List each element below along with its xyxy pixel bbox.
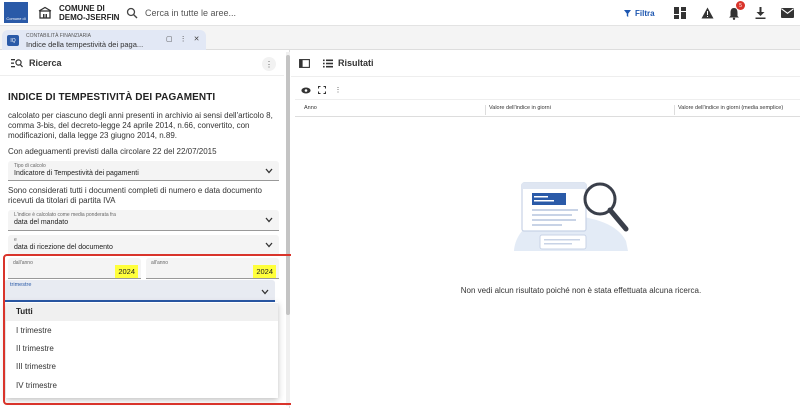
empty-state-illustration [514, 182, 629, 251]
chevron-down-icon [265, 242, 273, 248]
municipality-logo[interactable]: Comune di [4, 2, 28, 23]
home-icon[interactable] [38, 6, 52, 20]
search-panel-menu-icon[interactable]: ⋮ [262, 57, 276, 71]
list-icon [323, 59, 333, 68]
eye-icon[interactable] [301, 85, 311, 95]
search-icon [126, 7, 138, 19]
results-toolbar: ⋮ [291, 82, 800, 98]
trimestre-option-4[interactable]: IV trimestre [6, 377, 278, 395]
trimestre-option-tutti[interactable]: Tutti [6, 303, 278, 321]
form-description: calcolato per ciascuno degli anni presen… [8, 111, 273, 140]
search-panel-scroll-thumb[interactable] [286, 55, 290, 315]
results-table-header: Anno Valore dell'indice in giorni Valore… [295, 99, 800, 117]
download-icon[interactable] [752, 5, 768, 21]
top-bar: Comune di COMUNE DI DEMO-JSERFIN Filtra … [0, 0, 800, 26]
chevron-down-icon [265, 168, 273, 174]
empty-results-message: Non vedi alcun risultato poiché non è st… [460, 286, 702, 295]
all-anno-field[interactable]: all'anno 2024 [146, 258, 279, 279]
trimestre-select[interactable]: trimestre [4, 280, 275, 302]
mail-icon[interactable] [779, 5, 795, 21]
document-tab-strip: IQ CONTABILITÀ FINANZIARIA Indice della … [0, 26, 800, 50]
search-panel: Ricerca ⋮ INDICE DI TEMPESTIVITÀ DEI PAG… [0, 50, 290, 408]
results-panel-title: Risultati [338, 58, 374, 68]
warning-icon[interactable] [699, 5, 715, 21]
tab-kicker: CONTABILITÀ FINANZIARIA [26, 33, 91, 39]
trimestre-option-1[interactable]: I trimestre [6, 322, 278, 340]
results-panel-header: Risultati [291, 50, 800, 77]
tab-more-icon[interactable]: ⋮ [180, 35, 187, 43]
tab-close-icon[interactable]: ✕ [194, 35, 200, 43]
bookmark-icon[interactable]: ▢ [166, 35, 173, 43]
global-search-input[interactable] [145, 6, 445, 20]
column-header-valore[interactable]: Valore dell'indice in giorni [485, 105, 551, 115]
chevron-down-icon [265, 217, 273, 223]
form-note: Con adeguamenti previsti dalla circolare… [8, 147, 217, 156]
search-panel-title: Ricerca [29, 58, 62, 68]
trimestre-option-2[interactable]: II trimestre [6, 340, 278, 358]
organization-name: COMUNE DI DEMO-JSERFIN [59, 4, 120, 22]
column-header-anno[interactable]: Anno [301, 105, 317, 115]
filter-button[interactable]: Filtra [623, 6, 655, 20]
results-panel: Risultati ⋮ Anno Valore dell'indice in g… [291, 50, 800, 408]
tipo-calcolo-select[interactable]: Tipo di calcolo Indicatore di Tempestivi… [8, 161, 279, 181]
search-panel-header: Ricerca ⋮ [0, 50, 284, 76]
bell-icon[interactable]: 5 [726, 1, 745, 21]
search-list-icon [11, 59, 23, 68]
media-ponderata-select[interactable]: L'indice è calcolato come media ponderat… [8, 210, 279, 231]
trimestre-option-3[interactable]: III trimestre [6, 358, 278, 376]
dashboard-icon[interactable] [672, 5, 688, 21]
column-header-media-semplice[interactable]: Valore dell'indice in giorni (media semp… [674, 105, 783, 115]
dall-anno-field[interactable]: dall'anno 2024 [8, 258, 141, 279]
notification-badge: 5 [736, 1, 745, 10]
chevron-down-icon [261, 289, 269, 295]
form-title: INDICE DI TEMPESTIVITÀ DEI PAGAMENTI [8, 92, 216, 103]
sidebar-toggle-icon[interactable] [299, 59, 310, 68]
module-icon: IQ [7, 35, 19, 46]
expand-icon[interactable] [317, 85, 327, 95]
trimestre-dropdown: Tutti I trimestre II trimestre III trime… [6, 302, 278, 398]
data-ricezione-select[interactable]: e data di ricezione del documento [8, 235, 279, 255]
document-tab[interactable]: IQ CONTABILITÀ FINANZIARIA Indice della … [2, 30, 206, 50]
tab-title: Indice della tempestività dei paga... [26, 40, 144, 49]
filter-icon [624, 9, 631, 17]
toolbar-more-icon[interactable]: ⋮ [333, 85, 343, 95]
documents-note: Sono considerati tutti i documenti compl… [8, 186, 262, 205]
